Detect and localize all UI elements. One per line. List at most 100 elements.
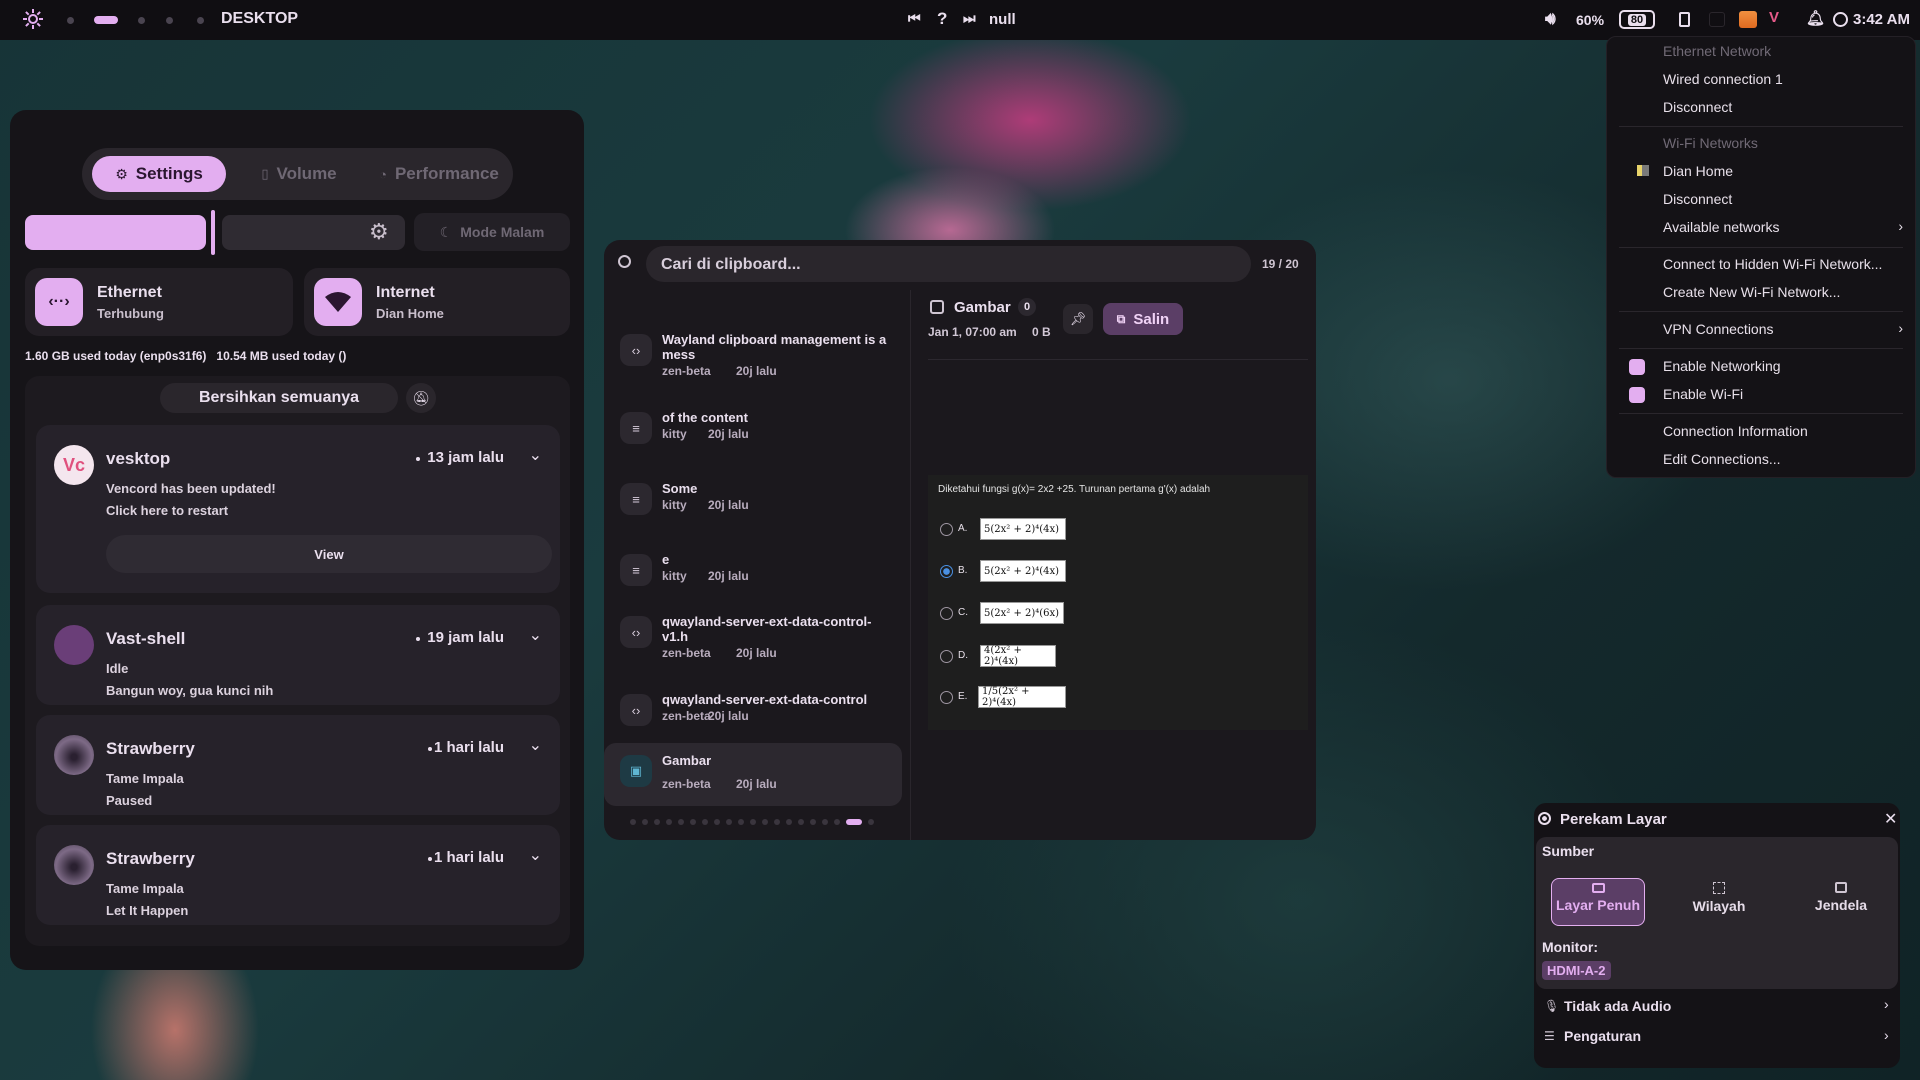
brightness-slider-handle[interactable] <box>211 210 215 255</box>
page-dot[interactable] <box>714 819 720 825</box>
volume-icon[interactable]: 🔊︎ <box>1545 9 1556 29</box>
notification-card[interactable]: Vc vesktop 13 jam lalu ⌄ Vencord has bee… <box>36 425 560 593</box>
chevron-down-icon[interactable]: ⌄ <box>529 845 542 865</box>
page-dot[interactable] <box>642 819 648 825</box>
workspace-dot[interactable] <box>197 17 204 24</box>
notification-card[interactable]: Strawberry 1 hari lalu ⌄ Tame Impala Let… <box>36 825 560 925</box>
notification-card[interactable]: Strawberry 1 hari lalu ⌄ Tame Impala Pau… <box>36 715 560 815</box>
search-icon <box>618 255 631 268</box>
next-track-icon[interactable]: ⏭ <box>963 10 976 27</box>
page-dot[interactable] <box>798 819 804 825</box>
pin-button[interactable]: 📌︎ <box>1063 304 1093 334</box>
time-dot <box>428 747 432 751</box>
page-dot[interactable] <box>810 819 816 825</box>
close-icon[interactable]: ✕ <box>1884 809 1897 829</box>
audio-option[interactable]: Tidak ada Audio <box>1564 998 1671 1014</box>
gear-icon: ⚙ <box>115 165 128 182</box>
clipboard-item[interactable]: ≡ e kitty 20j lalu <box>604 542 902 604</box>
tray-icon[interactable] <box>1709 12 1725 27</box>
brightness-slider[interactable]: ⚙ <box>25 210 405 255</box>
copy-button[interactable]: ⧉ Salin <box>1103 303 1183 335</box>
vesktop-tray-icon[interactable]: V <box>1769 9 1779 26</box>
notification-card[interactable]: Vast-shell 19 jam lalu ⌄ Idle Bangun woy… <box>36 605 560 705</box>
tab-performance[interactable]: ◔ Performance <box>370 156 508 192</box>
workspace-dot[interactable] <box>67 17 74 24</box>
app-tray-icon[interactable] <box>1739 11 1757 28</box>
page-dot[interactable] <box>762 819 768 825</box>
clipboard-item[interactable]: ‹› Wayland clipboard management is a mes… <box>604 322 902 384</box>
page-dot[interactable] <box>750 819 756 825</box>
option-c-expr: 5(2x² + 2)⁴(6x) <box>980 602 1064 624</box>
battery-indicator[interactable]: 80 <box>1619 10 1655 29</box>
page-dot[interactable] <box>834 819 840 825</box>
create-network-item[interactable]: Create New Wi-Fi Network... <box>1663 284 1840 300</box>
view-button[interactable]: View <box>106 535 552 573</box>
enable-wifi-checkbox[interactable] <box>1629 387 1645 403</box>
notification-bell-icon[interactable]: 🔔︎ <box>1806 9 1825 27</box>
clock-icon <box>1833 12 1848 27</box>
wired-connection-item[interactable]: Wired connection 1 <box>1663 71 1783 87</box>
chevron-right-icon[interactable]: › <box>1884 1027 1889 1043</box>
disconnect-ethernet-item[interactable]: Disconnect <box>1663 99 1732 115</box>
chevron-right-icon[interactable]: › <box>1884 996 1889 1012</box>
ethernet-toggle[interactable]: ‹··› Ethernet Terhubung <box>25 268 293 336</box>
clipboard-item[interactable]: ‹› qwayland-server-ext-data-control zen-… <box>604 682 902 744</box>
clear-all-button[interactable]: Bersihkan semuanya <box>160 383 398 413</box>
gear-logo-icon[interactable] <box>20 6 46 32</box>
page-dot[interactable] <box>822 819 828 825</box>
media-title[interactable]: null <box>989 11 1016 28</box>
internet-toggle[interactable]: Internet Dian Home <box>304 268 570 336</box>
window-mode-button[interactable]: Jendela <box>1794 878 1888 926</box>
available-networks-item[interactable]: Available networks <box>1663 219 1779 235</box>
night-mode-button[interactable]: ☾ Mode Malam <box>414 213 570 251</box>
page-dot[interactable] <box>726 819 732 825</box>
settings-option[interactable]: Pengaturan <box>1564 1028 1641 1044</box>
enable-networking-checkbox[interactable] <box>1629 359 1645 375</box>
page-dot-active[interactable] <box>846 819 862 825</box>
page-dot[interactable] <box>678 819 684 825</box>
page-dot[interactable] <box>702 819 708 825</box>
chevron-down-icon[interactable]: ⌄ <box>529 735 542 755</box>
vpn-connections-item[interactable]: VPN Connections <box>1663 321 1774 337</box>
edit-connections-item[interactable]: Edit Connections... <box>1663 451 1781 467</box>
page-dot[interactable] <box>738 819 744 825</box>
previous-track-icon[interactable]: ⏮ <box>908 10 921 27</box>
tab-settings[interactable]: ⚙ Settings <box>92 156 226 192</box>
connection-info-item[interactable]: Connection Information <box>1663 423 1808 439</box>
workspace-active-dot[interactable] <box>94 16 118 24</box>
page-dot[interactable] <box>630 819 636 825</box>
volume-percent[interactable]: 60% <box>1576 12 1604 28</box>
clipboard-tray-icon[interactable] <box>1679 12 1690 27</box>
enable-wifi-item[interactable]: Enable Wi-Fi <box>1663 386 1743 402</box>
page-dot[interactable] <box>690 819 696 825</box>
enable-networking-item[interactable]: Enable Networking <box>1663 358 1781 374</box>
page-dot[interactable] <box>774 819 780 825</box>
workspace-dot[interactable] <box>166 17 173 24</box>
clipboard-item[interactable]: ≡ of the content kitty 20j lalu <box>604 400 902 462</box>
clipboard-item[interactable]: ≡ Some kitty 20j lalu <box>604 471 902 533</box>
wifi-network-item[interactable]: Dian Home <box>1663 163 1733 179</box>
clipboard-counter: 19 / 20 <box>1262 257 1299 271</box>
disconnect-wifi-item[interactable]: Disconnect <box>1663 191 1732 207</box>
brightness-settings-icon[interactable]: ⚙ <box>369 219 389 245</box>
clipboard-item-source: zen-beta <box>662 646 711 660</box>
workspace-dot[interactable] <box>138 17 145 24</box>
fullscreen-mode-button[interactable]: Layar Penuh <box>1551 878 1645 926</box>
dnd-bell-icon[interactable]: 🔕︎ <box>406 383 436 413</box>
page-dot[interactable] <box>786 819 792 825</box>
monitor-select[interactable]: HDMI-A-2 <box>1542 961 1611 980</box>
page-dot[interactable] <box>868 819 874 825</box>
clock[interactable]: 3:42 AM <box>1853 11 1910 28</box>
region-mode-button[interactable]: Wilayah <box>1672 878 1766 926</box>
page-dot[interactable] <box>654 819 660 825</box>
tab-volume[interactable]: ▯ Volume <box>232 156 366 192</box>
chevron-down-icon[interactable]: ⌄ <box>529 445 542 465</box>
tab-volume-label: Volume <box>276 164 337 183</box>
connect-hidden-item[interactable]: Connect to Hidden Wi-Fi Network... <box>1663 256 1882 272</box>
option-a-letter: A. <box>958 523 968 534</box>
help-icon[interactable]: ? <box>937 9 947 29</box>
page-dot[interactable] <box>666 819 672 825</box>
clipboard-item[interactable]: ‹› qwayland-server-ext-data-control-v1.h… <box>604 604 902 666</box>
clipboard-item-selected[interactable]: ▣ Gambar zen-beta 20j lalu <box>604 743 902 806</box>
chevron-down-icon[interactable]: ⌄ <box>529 625 542 645</box>
